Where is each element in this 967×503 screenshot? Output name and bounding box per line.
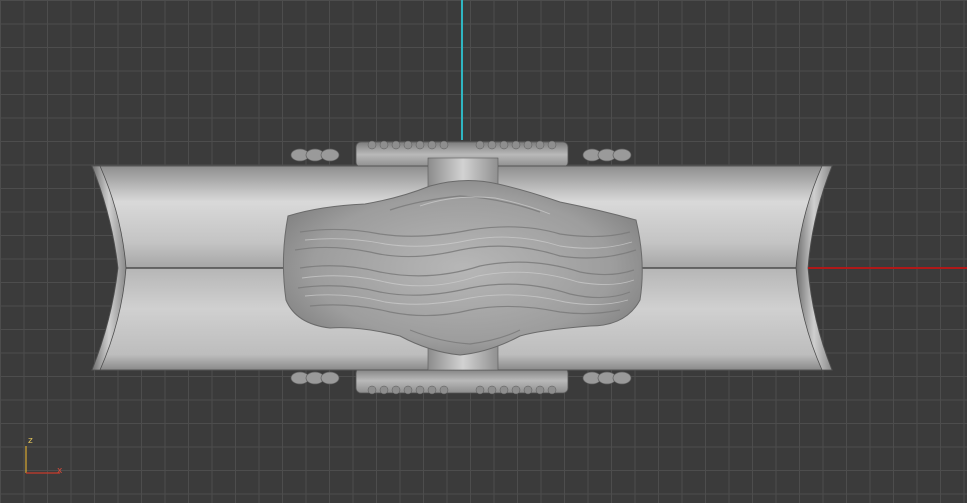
scene-canvas[interactable] (0, 0, 967, 503)
gizmo-up-label: z (28, 436, 33, 446)
view-gizmo (25, 446, 60, 474)
gizmo-right-label: x (57, 466, 63, 476)
3d-viewport[interactable]: z x (0, 0, 967, 503)
bottom-collar (355, 367, 569, 395)
